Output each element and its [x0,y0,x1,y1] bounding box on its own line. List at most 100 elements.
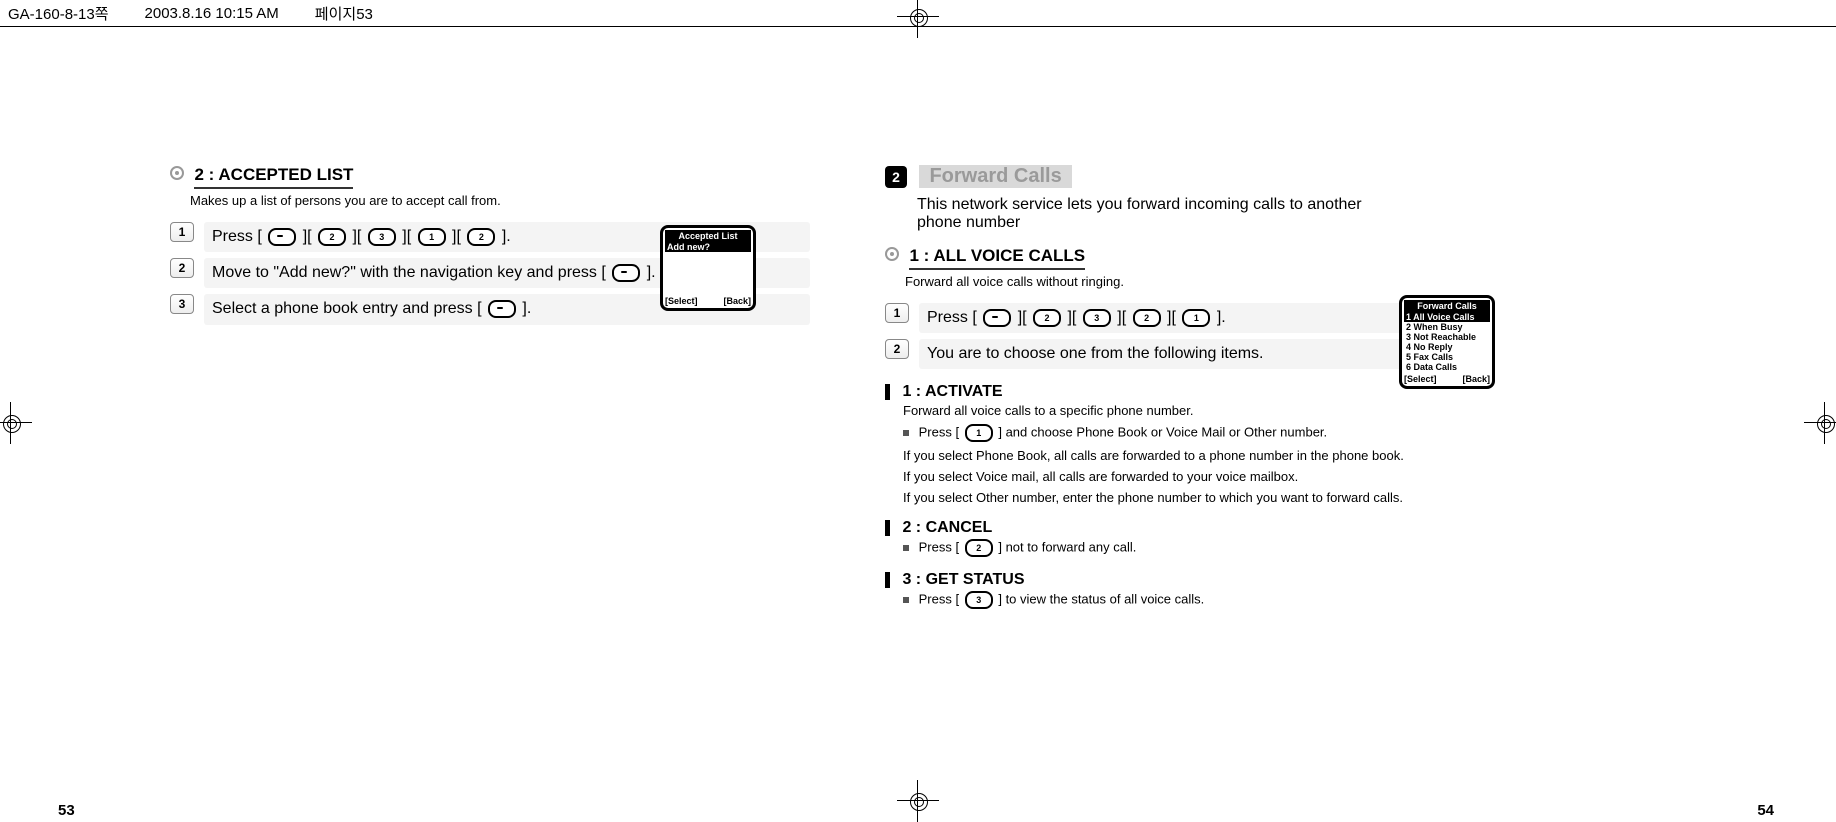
phone-soft-left: [Select] [1404,374,1437,384]
step-pre: Select a phone book entry and press [ [212,301,482,318]
section-lead: This network service lets you forward in… [917,196,1377,232]
phone-body: Add new? [665,242,751,294]
bullet-pre: Press [ [919,540,959,555]
phone-row: 2 When Busy [1404,322,1490,332]
phone-soft-right: [Back] [1462,374,1490,384]
document-header: GA-160-8-13쪽 2003.8.16 10:15 AM 페이지53 [0,0,1836,27]
registration-mark-left [0,410,24,436]
step-text: Press [ ][ 2 ][ 3 ][ 2 ][ 1 ]. [919,303,1425,333]
softkey-icon [612,264,640,282]
vbar-icon [885,384,890,400]
step-row: 2 You are to choose one from the followi… [885,339,1425,369]
softkey-icon [488,300,516,318]
phone-row: 6 Data Calls [1404,362,1490,372]
phone-softkeys: [Select] [Back] [1404,374,1490,384]
phone-row: 3 Not Reachable [1404,332,1490,342]
note: If you select Other number, enter the ph… [903,490,1425,505]
registration-mark-bottom [905,788,931,814]
right-column: 2 Forward Calls This network service let… [885,165,1425,615]
step-number: 1 [170,222,194,242]
phone-softkeys: [Select] [Back] [665,296,751,306]
step-number: 1 [885,303,909,323]
key-3-icon: 3 [1083,309,1111,327]
page-number-left: 53 [58,802,75,819]
item-activate-heading: 1 : ACTIVATE [885,383,1425,401]
step-pre: Move to "Add new?" with the navigation k… [212,264,606,281]
softkey-icon [268,228,296,246]
item-cancel-bullet: Press [ 2 ] not to forward any call. [903,539,1423,557]
subheading-desc: Forward all voice calls without ringing. [905,274,1425,289]
left-column: 2 : ACCEPTED LIST Makes up a list of per… [170,165,810,331]
step-number: 2 [170,258,194,278]
doc-page-label: 페이지53 [307,3,373,24]
subheading-text: 1 : ALL VOICE CALLS [909,246,1085,270]
phone-body: 1 All Voice Calls 2 When Busy 3 Not Reac… [1404,312,1490,372]
bullet-icon [170,166,184,180]
bullet-post: ] to view the status of all voice calls. [998,592,1204,607]
note: If you select Voice mail, all calls are … [903,469,1425,484]
section-header: 2 Forward Calls [885,165,1425,188]
phone-row: 1 All Voice Calls [1404,312,1490,322]
softkey-icon [983,309,1011,327]
phone-row: 5 Fax Calls [1404,352,1490,362]
key-1-icon: 1 [418,228,446,246]
phone-soft-right: [Back] [723,296,751,306]
key-3-icon: 3 [368,228,396,246]
step-number: 2 [885,339,909,359]
bullet-post: ] not to forward any call. [998,540,1136,555]
step-pre: Press [ [212,228,262,245]
page: GA-160-8-13쪽 2003.8.16 10:15 AM 페이지53 2 … [0,0,1836,819]
phone-row: Add new? [665,242,751,252]
key-1-icon: 1 [965,424,993,442]
item-activate-bullet: Press [ 1 ] and choose Phone Book or Voi… [903,424,1423,442]
key-1-icon: 1 [1182,309,1210,327]
step-text: You are to choose one from the following… [919,339,1425,369]
key-2-icon: 2 [965,539,993,557]
key-2-icon: 2 [1133,309,1161,327]
registration-mark-right [1812,410,1836,436]
note: If you select Phone Book, all calls are … [903,448,1425,463]
step-pre: Press [ [927,309,977,326]
phone-row: 4 No Reply [1404,342,1490,352]
step-post: ]. [647,264,656,281]
heading-sub: Makes up a list of persons you are to ac… [190,193,810,208]
section-number: 2 [885,166,907,188]
item-status-bullet: Press [ 3 ] to view the status of all vo… [903,591,1423,609]
manual-spread: 2 : ACCEPTED LIST Makes up a list of per… [110,145,1465,635]
vbar-icon [885,572,890,588]
key-2-icon: 2 [318,228,346,246]
item-title: 3 : GET STATUS [902,571,1024,588]
key-2-icon: 2 [467,228,495,246]
phone-screen-forward: Forward Calls 1 All Voice Calls 2 When B… [1399,295,1495,389]
step-row: 1 Press [ ][ 2 ][ 3 ][ 2 ][ 1 ]. [885,303,1425,333]
bullet-pre: Press [ [919,592,959,607]
item-title: 1 : ACTIVATE [902,383,1002,400]
step-number: 3 [170,294,194,314]
heading-text: 2 : ACCEPTED LIST [194,165,353,189]
vbar-icon [885,520,890,536]
page-number-right: 54 [1757,802,1774,819]
key-2-icon: 2 [1033,309,1061,327]
item-cancel-heading: 2 : CANCEL [885,519,1425,537]
step-post: ]. [1217,309,1226,326]
phone-title: Accepted List [665,230,751,242]
subheading: 1 : ALL VOICE CALLS [885,246,1425,270]
phone-soft-left: [Select] [665,296,698,306]
phone-screen-accepted: Accepted List Add new? [Select] [Back] [660,225,756,311]
item-title: 2 : CANCEL [902,519,992,536]
item-status-heading: 3 : GET STATUS [885,571,1425,589]
doc-timestamp: 2003.8.16 10:15 AM [137,5,279,22]
step-post: ]. [522,301,531,318]
bullet-icon [885,247,899,261]
doc-file: GA-160-8-13쪽 [0,3,109,24]
heading-accepted-list: 2 : ACCEPTED LIST [170,165,810,189]
square-bullet-icon [903,430,909,436]
bullet-pre: Press [ [919,425,959,440]
section-title: Forward Calls [919,165,1071,188]
square-bullet-icon [903,545,909,551]
square-bullet-icon [903,597,909,603]
bullet-post: ] and choose Phone Book or Voice Mail or… [998,425,1327,440]
key-3-icon: 3 [965,591,993,609]
phone-title: Forward Calls [1404,300,1490,312]
item-activate-desc: Forward all voice calls to a specific ph… [903,403,1423,418]
